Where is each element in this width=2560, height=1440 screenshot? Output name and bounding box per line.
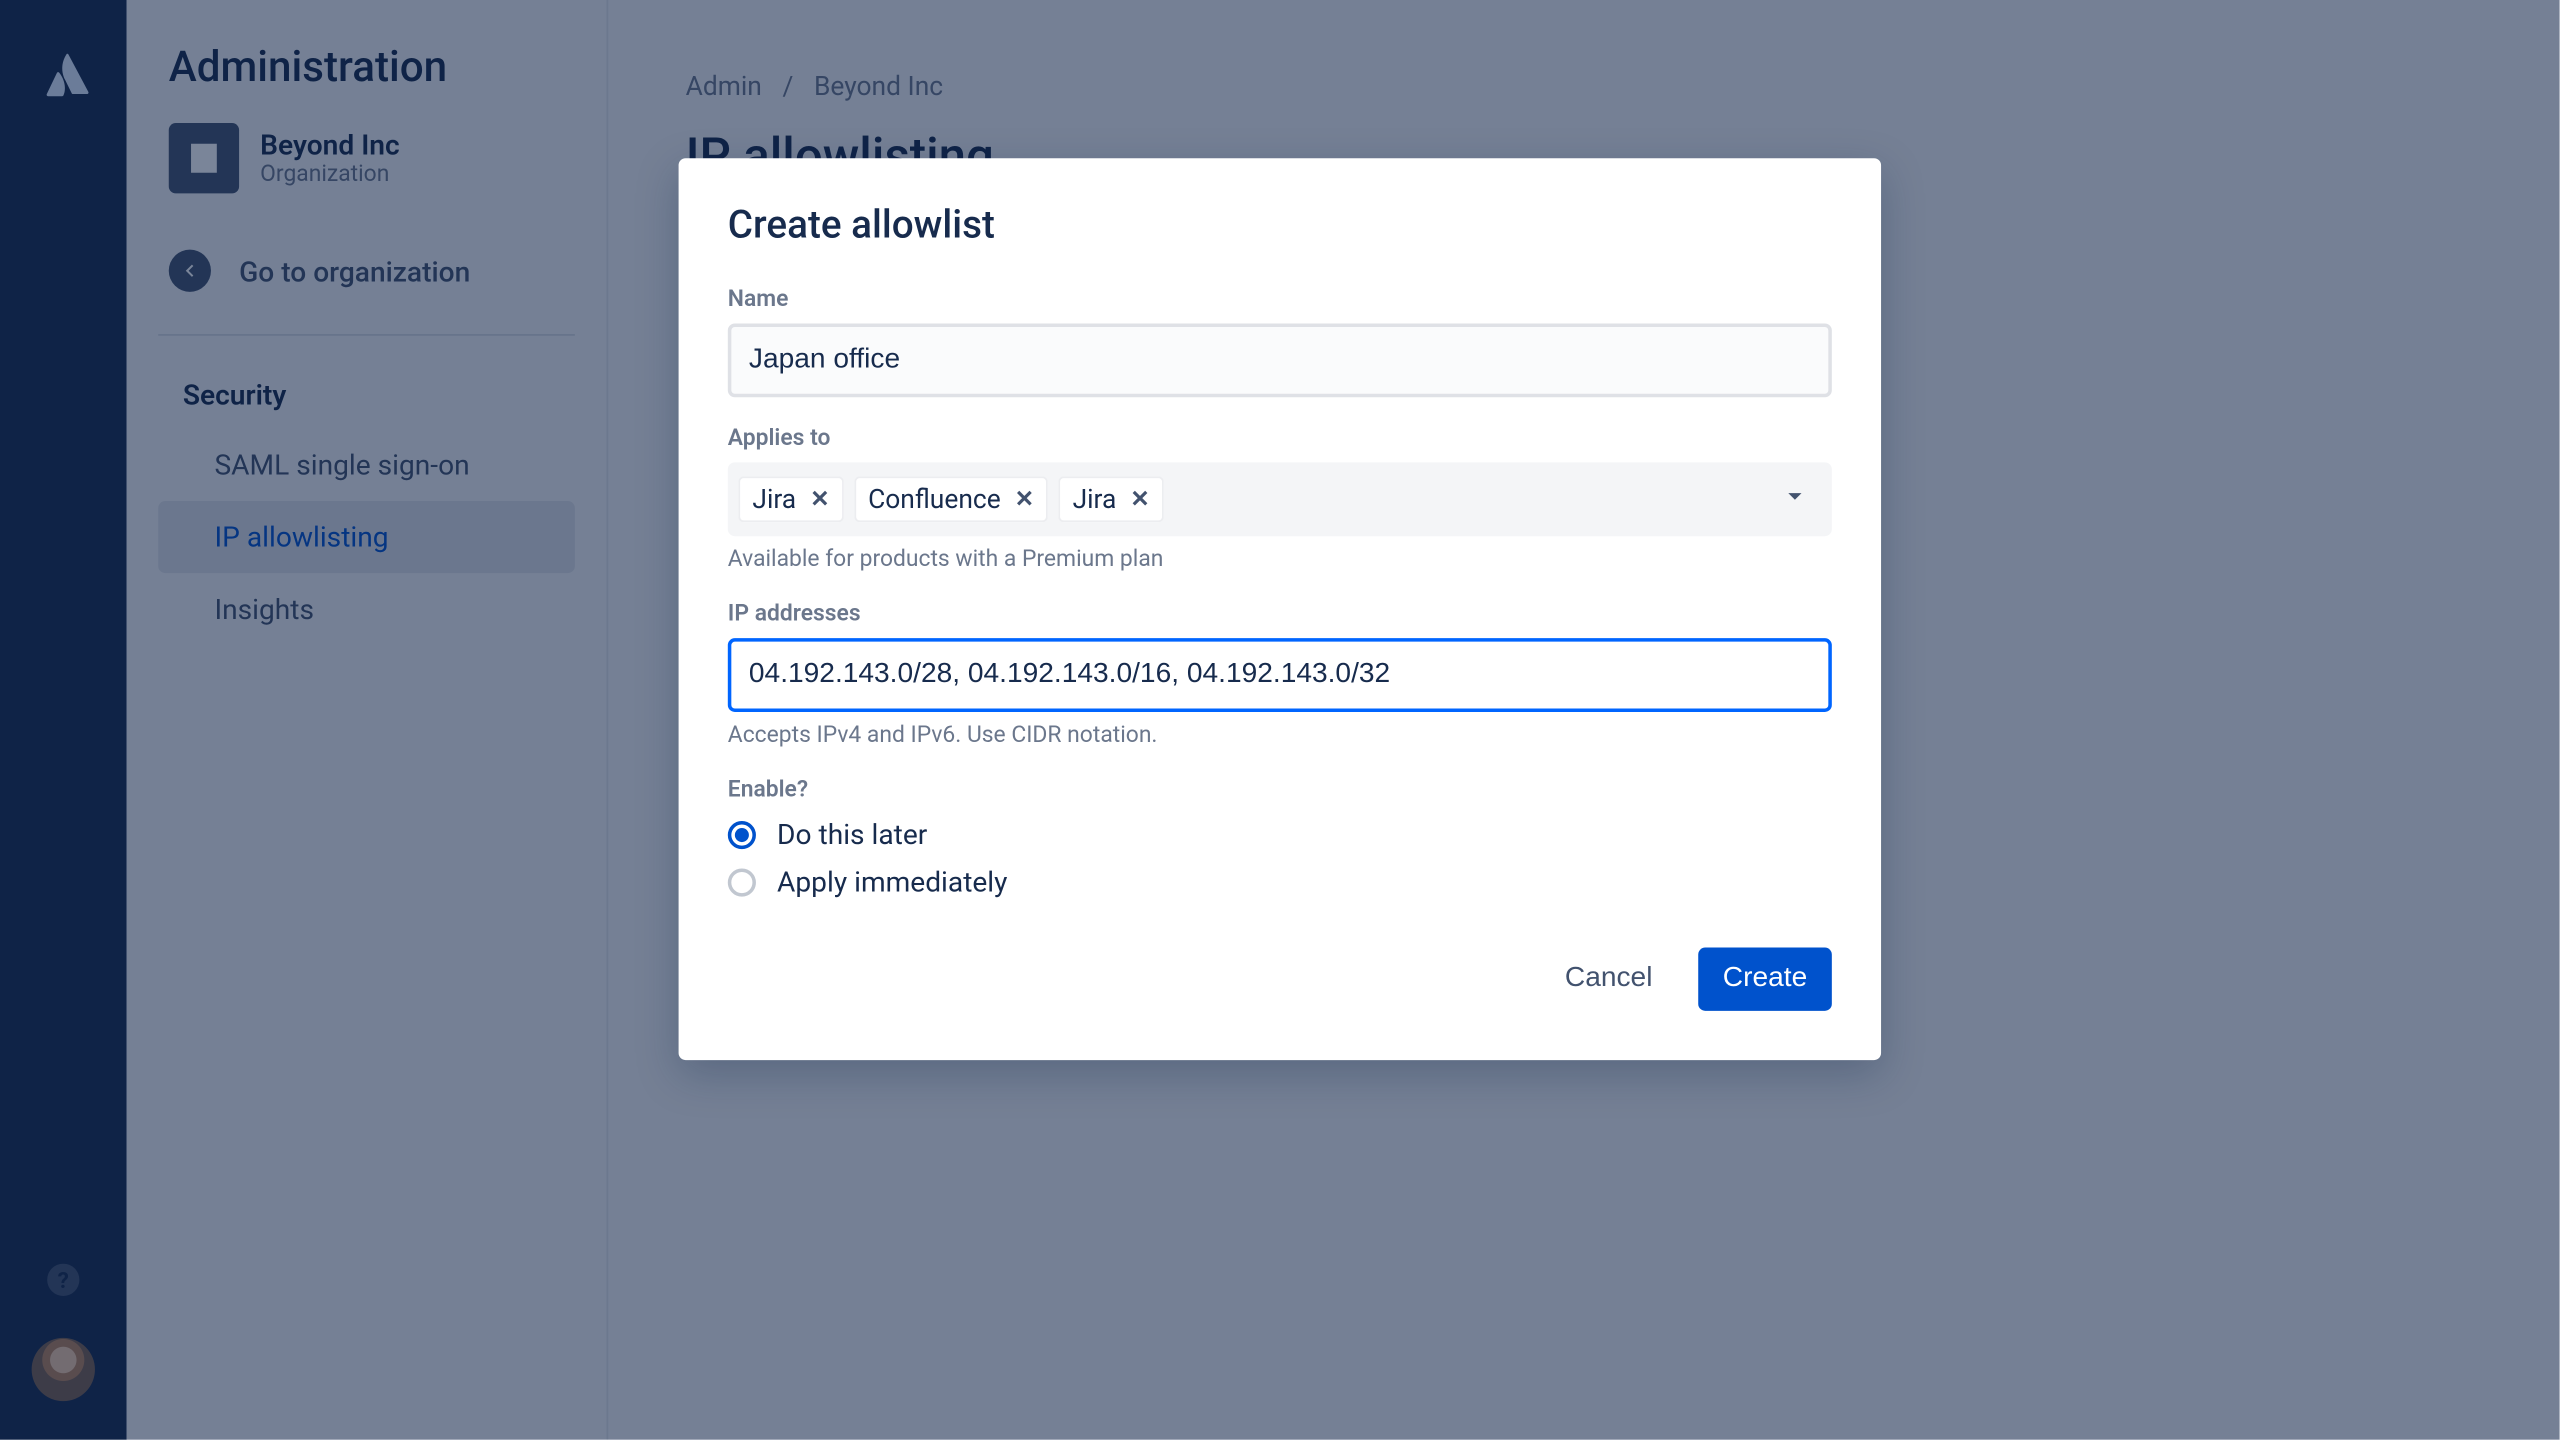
ip-addresses-label: IP addresses [728, 601, 1832, 627]
radio-icon-selected [728, 820, 756, 848]
tag-remove-icon[interactable]: ✕ [1130, 486, 1149, 512]
tag-jira-2: Jira ✕ [1059, 476, 1164, 522]
cancel-button[interactable]: Cancel [1540, 948, 1677, 1011]
applies-to-label: Applies to [728, 425, 1832, 451]
applies-to-select[interactable]: Jira ✕ Confluence ✕ Jira ✕ [728, 462, 1832, 536]
name-input[interactable] [728, 323, 1832, 397]
dialog-title: Create allowlist [728, 204, 1832, 248]
ip-addresses-input[interactable] [728, 638, 1832, 712]
tag-confluence: Confluence ✕ [854, 476, 1048, 522]
applies-to-helper: Available for products with a Premium pl… [728, 547, 1832, 573]
radio-apply-immediately[interactable]: Apply immediately [728, 865, 1832, 898]
tag-remove-icon[interactable]: ✕ [1015, 486, 1034, 512]
enable-label: Enable? [728, 777, 1832, 803]
tag-remove-icon[interactable]: ✕ [810, 486, 829, 512]
name-label: Name [728, 287, 1832, 313]
ip-addresses-helper: Accepts IPv4 and IPv6. Use CIDR notation… [728, 723, 1832, 749]
chevron-down-icon[interactable] [1779, 480, 1811, 519]
create-allowlist-dialog: Create allowlist Name Applies to Jira ✕ … [679, 158, 1881, 1060]
radio-icon [728, 868, 756, 896]
create-button[interactable]: Create [1698, 948, 1832, 1011]
tag-jira: Jira ✕ [738, 476, 843, 522]
radio-do-this-later[interactable]: Do this later [728, 817, 1832, 850]
